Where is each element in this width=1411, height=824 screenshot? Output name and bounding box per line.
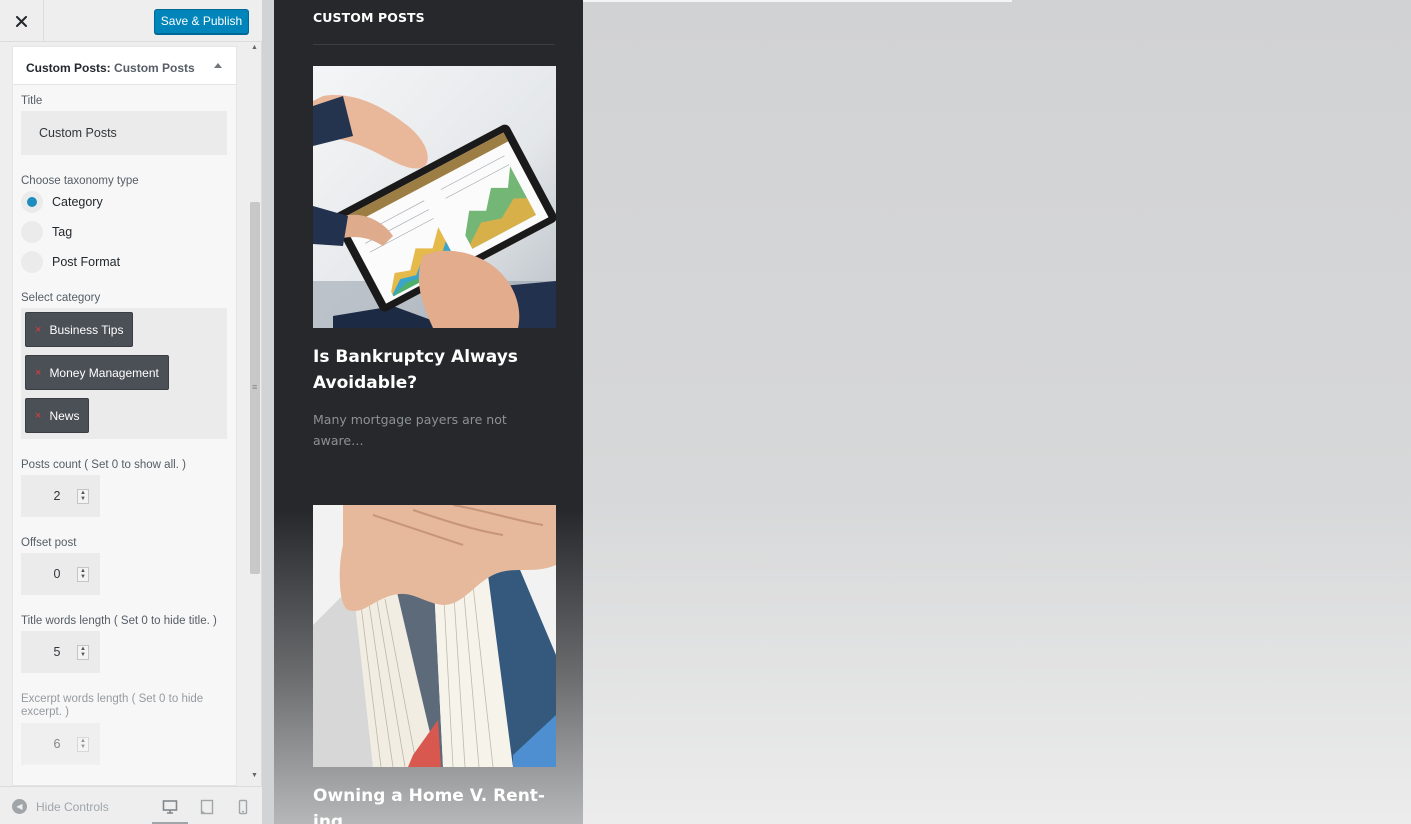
mobile-icon	[238, 799, 248, 815]
remove-icon[interactable]: ×	[35, 324, 41, 336]
customizer-sidebar: Save & Publish Custom Posts: Custom Post…	[0, 0, 262, 824]
sidebar-scrollbar[interactable]: ▲ ≡ ▼	[248, 42, 262, 786]
save-publish-button[interactable]: Save & Publish	[154, 9, 249, 34]
offset-label: Offset post	[21, 537, 77, 549]
spinner-icon[interactable]: ▲ ▼	[77, 645, 89, 660]
offset-value: 0	[53, 567, 61, 581]
radio-tag[interactable]	[21, 221, 43, 243]
post-title-1[interactable]: Is Bankruptcy Always Avoidable?	[313, 344, 553, 396]
widget-header[interactable]: Custom Posts: Custom Posts	[13, 47, 236, 85]
excerpt-words-value: 6	[53, 737, 61, 751]
close-icon	[16, 15, 27, 27]
title-label: Title	[21, 95, 43, 107]
radio-category-label: Category	[52, 195, 103, 209]
title-divider	[313, 44, 555, 45]
radio-category[interactable]	[21, 191, 43, 213]
remove-icon[interactable]: ×	[35, 367, 41, 379]
taxonomy-label: Choose taxonomy type	[21, 175, 139, 187]
offset-input[interactable]: 0 ▲ ▼	[21, 553, 100, 595]
title-words-value: 5	[53, 645, 61, 659]
spinner-icon[interactable]: ▲ ▼	[77, 737, 89, 752]
post-image-1-illustration	[313, 66, 556, 328]
category-chip-business-tips[interactable]: × Business Tips	[25, 312, 134, 347]
customizer-footer: ◀ Hide Controls	[0, 786, 262, 824]
radio-post-format-label: Post Format	[52, 255, 121, 269]
post-excerpt-1: Many mortgage payers are not aware…	[313, 412, 507, 448]
scroll-down-icon[interactable]: ▼	[251, 772, 258, 779]
custom-posts-widget: Custom Posts: Custom Posts Title Custom …	[12, 46, 237, 786]
excerpt-words-label: Excerpt words length ( Set 0 to hide exc…	[21, 693, 204, 718]
spinner-icon[interactable]: ▲ ▼	[77, 489, 89, 504]
posts-count-input[interactable]: 2 ▲ ▼	[21, 475, 100, 517]
category-label: Select category	[21, 292, 101, 304]
post-title-2[interactable]: Owning a Home V. Rent-ing	[313, 783, 553, 824]
spinner-icon[interactable]: ▲ ▼	[77, 567, 89, 582]
desktop-preview-button[interactable]	[152, 795, 188, 824]
radio-tag-label: Tag	[52, 225, 73, 239]
widget-heading-title: Custom Posts	[114, 61, 195, 75]
radio-post-format[interactable]	[21, 251, 43, 273]
widget-heading-prefix: Custom Posts:	[26, 61, 111, 75]
controls-scroll-area: Custom Posts: Custom Posts Title Custom …	[0, 42, 262, 786]
remove-icon[interactable]: ×	[35, 410, 41, 422]
customizer-header: Save & Publish	[0, 0, 262, 42]
tablet-preview-button[interactable]	[189, 795, 225, 824]
excerpt-words-input[interactable]: 6 ▲ ▼	[21, 723, 100, 765]
chip-label: News	[49, 408, 80, 423]
post-image-2-illustration	[313, 505, 556, 767]
scroll-up-icon[interactable]: ▲	[251, 44, 258, 51]
category-select[interactable]: × Business Tips × Money Management × New…	[21, 308, 227, 439]
widget-form: Title Custom Posts Choose taxonomy type …	[13, 85, 236, 785]
site-preview: CUSTOM POSTS Is Bankruptcy Always Avoida…	[274, 0, 1411, 824]
post-image-2[interactable]	[313, 505, 556, 767]
close-button[interactable]	[0, 0, 44, 42]
radio-option-post-format[interactable]: Post Format	[21, 247, 228, 277]
posts-count-value: 2	[53, 489, 61, 503]
desktop-icon	[162, 800, 178, 814]
title-words-input[interactable]: 5 ▲ ▼	[21, 631, 100, 673]
radio-option-tag[interactable]: Tag	[21, 217, 228, 247]
custom-posts-preview-widget: CUSTOM POSTS Is Bankruptcy Always Avoida…	[274, 0, 583, 824]
mobile-preview-button[interactable]	[225, 795, 261, 824]
hide-controls-label: Hide Controls	[36, 799, 109, 814]
posts-count-label: Posts count ( Set 0 to show all. )	[21, 459, 186, 471]
tablet-icon	[200, 799, 214, 815]
title-input[interactable]: Custom Posts	[21, 111, 227, 155]
chip-label: Business Tips	[49, 322, 124, 337]
collapse-arrow-icon[interactable]	[214, 63, 222, 68]
category-chip-news[interactable]: × News	[25, 398, 90, 433]
post-image-1[interactable]	[313, 66, 556, 328]
hide-controls-button[interactable]: ◀ Hide Controls	[12, 799, 109, 814]
category-chip-money-management[interactable]: × Money Management	[25, 355, 169, 390]
scrollbar-grip-icon: ≡	[252, 382, 258, 392]
chip-label: Money Management	[49, 365, 159, 380]
preview-widget-title: CUSTOM POSTS	[313, 10, 425, 25]
radio-option-category[interactable]: Category	[21, 187, 228, 217]
title-words-label: Title words length ( Set 0 to hide title…	[21, 615, 217, 627]
hide-controls-icon: ◀	[12, 799, 27, 814]
